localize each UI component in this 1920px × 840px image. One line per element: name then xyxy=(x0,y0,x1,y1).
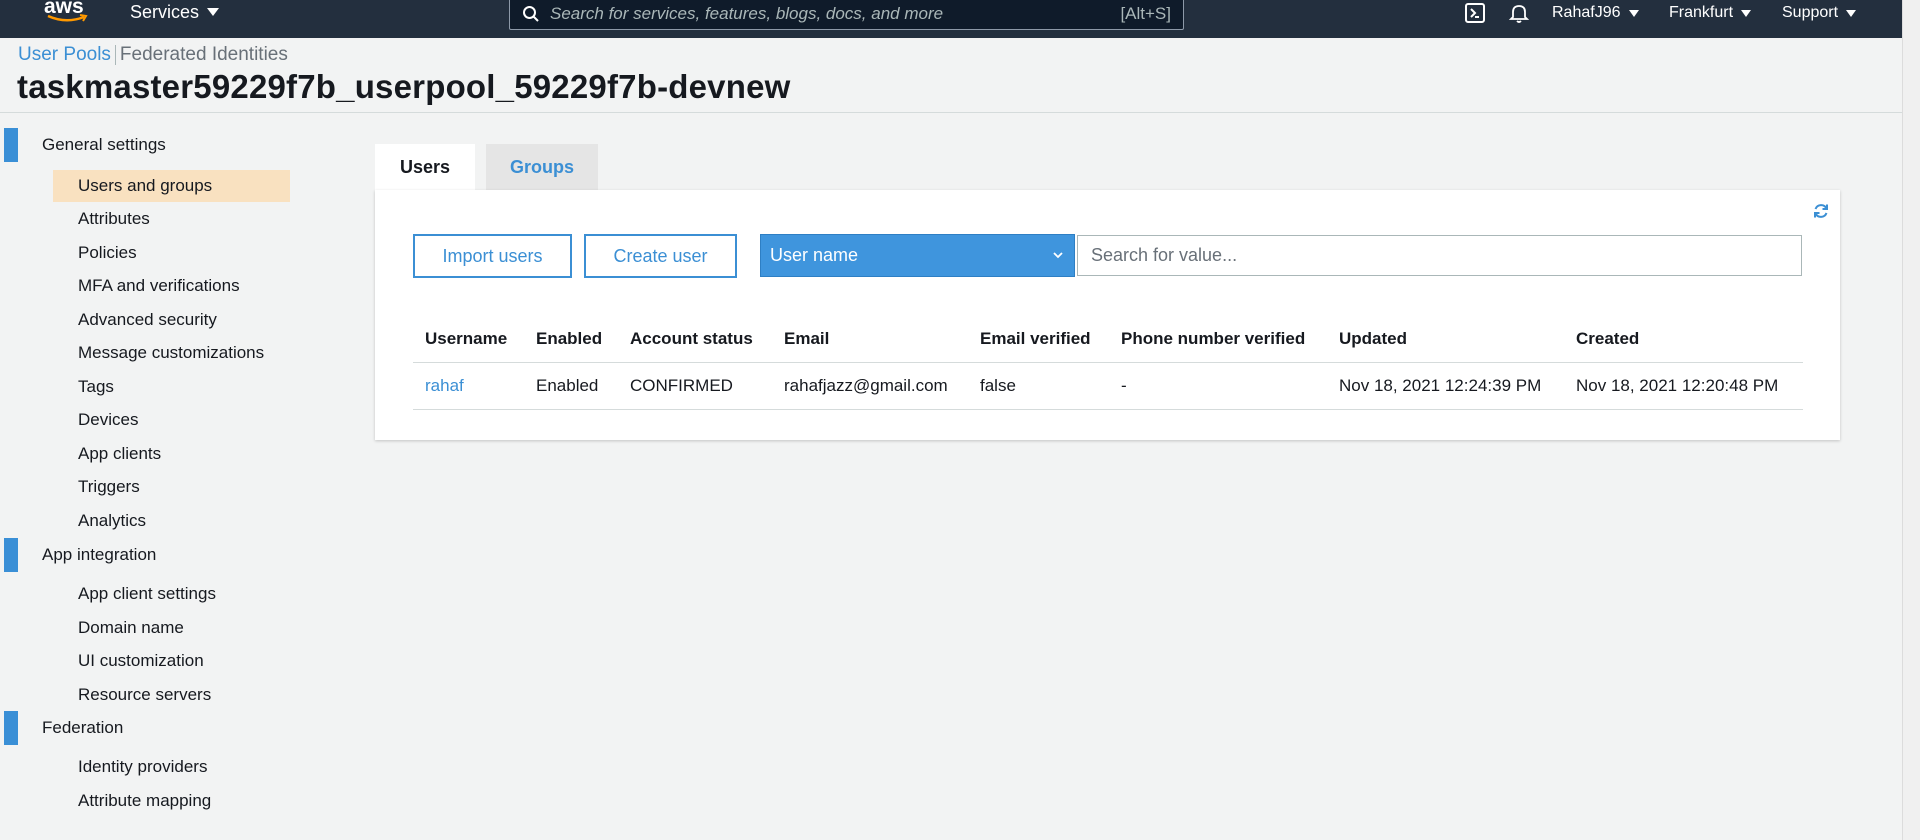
caret-down-icon xyxy=(1741,9,1752,17)
column-header-created[interactable]: Created xyxy=(1564,316,1803,363)
region-label: Frankfurt xyxy=(1669,4,1734,21)
column-header-phone-number-verified[interactable]: Phone number verified xyxy=(1109,316,1327,363)
sidebar-item-app-clients[interactable]: App clients xyxy=(53,438,290,470)
account-label: RahafJ96 xyxy=(1552,4,1621,21)
section-marker xyxy=(4,538,18,572)
create-user-button[interactable]: Create user xyxy=(584,234,737,278)
column-header-account-status[interactable]: Account status xyxy=(618,316,772,363)
user-search-placeholder: Search for value... xyxy=(1091,245,1238,265)
sidebar-item-users-and-groups[interactable]: Users and groups xyxy=(53,170,290,202)
bell-icon xyxy=(1508,5,1530,23)
aws-smile-icon xyxy=(47,14,88,22)
phone-verified-cell: - xyxy=(1109,362,1327,410)
sidebar-section-general-settings[interactable]: General settings xyxy=(0,128,166,162)
global-search-placeholder: Search for services, features, blogs, do… xyxy=(550,4,944,23)
sidebar-item-attributes[interactable]: Attributes xyxy=(53,203,290,235)
tab-groups[interactable]: Groups xyxy=(486,144,598,190)
chevron-down-icon xyxy=(1053,252,1063,259)
page-title: taskmaster59229f7b_userpool_59229f7b-dev… xyxy=(17,68,791,105)
cloudshell-button[interactable] xyxy=(1464,0,1486,26)
services-menu[interactable]: Services xyxy=(130,0,220,24)
cloudshell-icon xyxy=(1465,3,1485,23)
services-label: Services xyxy=(130,1,200,22)
search-shortcut-hint: [Alt+S] xyxy=(1120,4,1171,23)
sidebar-item-mfa-and-verifications[interactable]: MFA and verifications xyxy=(53,270,290,302)
email-verified-cell: false xyxy=(968,362,1109,410)
sidebar-item-tags[interactable]: Tags xyxy=(53,371,290,403)
column-header-updated[interactable]: Updated xyxy=(1327,316,1564,363)
aws-logo[interactable]: aws xyxy=(44,0,92,28)
tab-users[interactable]: Users xyxy=(375,144,475,190)
support-label: Support xyxy=(1782,4,1839,21)
attribute-filter-value: User name xyxy=(770,245,859,265)
sidebar-section-federation[interactable]: Federation xyxy=(0,711,123,745)
caret-down-icon xyxy=(1628,9,1639,17)
updated-cell: Nov 18, 2021 12:24:39 PM xyxy=(1327,362,1564,410)
page-scrollbar[interactable] xyxy=(1902,0,1920,840)
global-search-input[interactable]: Search for services, features, blogs, do… xyxy=(509,0,1184,30)
import-users-button[interactable]: Import users xyxy=(413,234,572,278)
account-menu[interactable]: RahafJ96 xyxy=(1552,0,1639,26)
created-cell: Nov 18, 2021 12:20:48 PM xyxy=(1564,362,1803,410)
sidebar-item-identity-providers[interactable]: Identity providers xyxy=(53,751,290,783)
region-menu[interactable]: Frankfurt xyxy=(1669,0,1752,26)
section-marker xyxy=(4,711,18,745)
enabled-cell: Enabled xyxy=(524,362,618,410)
email-cell: rahafjazz@gmail.com xyxy=(772,362,968,410)
sidebar-section-app-integration[interactable]: App integration xyxy=(0,538,156,572)
sidebar-item-ui-customization[interactable]: UI customization xyxy=(53,645,290,677)
sidebar-section-label: Federation xyxy=(42,718,124,737)
table-row: rahaf Enabled CONFIRMED rahafjazz@gmail.… xyxy=(413,362,1803,410)
sidebar-item-resource-servers[interactable]: Resource servers xyxy=(53,679,290,711)
section-marker xyxy=(4,128,18,162)
sidebar-item-triggers[interactable]: Triggers xyxy=(53,471,290,503)
sidebar-item-attribute-mapping[interactable]: Attribute mapping xyxy=(53,785,290,817)
sidebar-item-policies[interactable]: Policies xyxy=(53,237,290,269)
attribute-filter-select[interactable]: User name xyxy=(760,234,1075,277)
column-header-email-verified[interactable]: Email verified xyxy=(968,316,1109,363)
column-header-username[interactable]: Username xyxy=(413,316,524,363)
column-header-enabled[interactable]: Enabled xyxy=(524,316,618,363)
search-icon xyxy=(523,6,539,22)
sidebar-item-domain-name[interactable]: Domain name xyxy=(53,612,290,644)
top-nav: aws Services Search for services, featur… xyxy=(0,0,1902,38)
page-header: User Pools Federated Identities taskmast… xyxy=(0,38,1902,113)
table-header-row: Username Enabled Account status Email Em… xyxy=(413,316,1803,363)
sidebar-item-analytics[interactable]: Analytics xyxy=(53,505,290,537)
breadcrumb-federated-identities[interactable]: Federated Identities xyxy=(120,44,288,66)
username-link[interactable]: rahaf xyxy=(413,362,524,410)
sidebar-item-message-customizations[interactable]: Message customizations xyxy=(53,337,290,369)
caret-down-icon xyxy=(207,8,220,16)
sidebar-section-label: General settings xyxy=(42,135,166,154)
breadcrumb: User Pools Federated Identities xyxy=(18,44,288,66)
breadcrumb-divider xyxy=(114,45,116,65)
sidebar-item-devices[interactable]: Devices xyxy=(53,404,290,436)
caret-down-icon xyxy=(1846,9,1857,17)
users-panel: Import users Create user User name Searc… xyxy=(375,190,1840,440)
breadcrumb-user-pools[interactable]: User Pools xyxy=(18,44,111,66)
account-status-cell: CONFIRMED xyxy=(618,362,772,410)
user-search-input[interactable]: Search for value... xyxy=(1077,235,1802,276)
column-header-email[interactable]: Email xyxy=(772,316,968,363)
refresh-icon[interactable] xyxy=(1812,202,1830,220)
sidebar-item-app-client-settings[interactable]: App client settings xyxy=(53,578,290,610)
sidebar-item-advanced-security[interactable]: Advanced security xyxy=(53,304,290,336)
sidebar-section-label: App integration xyxy=(42,545,157,564)
notifications-button[interactable] xyxy=(1508,0,1530,26)
users-table: Username Enabled Account status Email Em… xyxy=(413,316,1803,410)
support-menu[interactable]: Support xyxy=(1782,0,1857,26)
